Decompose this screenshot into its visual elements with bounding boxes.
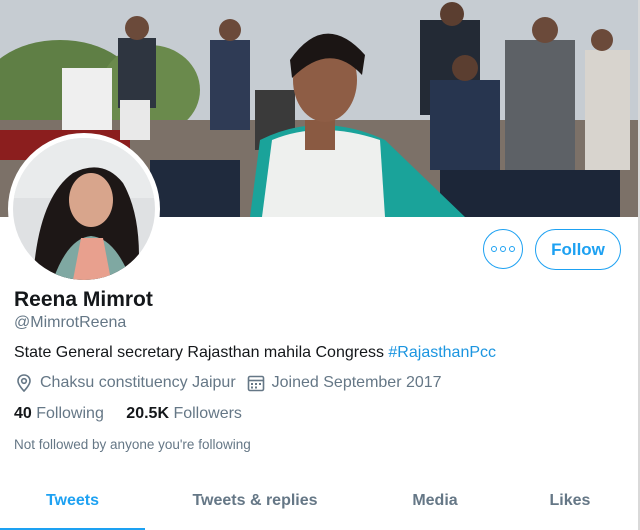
- profile-location: Chaksu constituency Jaipur: [40, 374, 236, 391]
- following-count: 40: [14, 405, 32, 422]
- tab-media[interactable]: Media: [385, 474, 485, 528]
- following-link[interactable]: 40 Following: [14, 405, 104, 422]
- tab-tweets[interactable]: Tweets: [0, 474, 145, 530]
- followed-by-context: Not followed by anyone you're following: [14, 437, 251, 452]
- tab-tweets-and-replies[interactable]: Tweets & replies: [180, 474, 330, 528]
- bio-text: State General secretary Rajasthan mahila…: [14, 344, 389, 361]
- calendar-icon: [246, 373, 266, 393]
- followers-link[interactable]: 20.5K Followers: [126, 405, 242, 422]
- following-label: Following: [36, 405, 104, 422]
- profile-avatar[interactable]: [8, 133, 160, 285]
- followers-label: Followers: [173, 405, 242, 422]
- profile-meta: Chaksu constituency Jaipur Joined Septem…: [14, 373, 442, 393]
- profile-bio: State General secretary Rajasthan mahila…: [14, 344, 496, 362]
- location-pin-icon: [14, 373, 34, 393]
- avatar-photo: [13, 138, 155, 280]
- more-options-button[interactable]: [483, 229, 523, 269]
- profile-joined-date: Joined September 2017: [271, 374, 442, 391]
- profile-counts: 40 Following 20.5K Followers: [14, 405, 260, 423]
- tab-likes[interactable]: Likes: [525, 474, 615, 528]
- profile-tabs: Tweets Tweets & replies Media Likes: [0, 474, 640, 530]
- followers-count: 20.5K: [126, 405, 169, 422]
- bio-hashtag-link[interactable]: #RajasthanPcc: [388, 344, 496, 361]
- more-icon: [491, 246, 515, 252]
- follow-button[interactable]: Follow: [535, 229, 621, 270]
- profile-handle: @MimrotReena: [14, 314, 127, 331]
- profile-name: Reena Mimrot: [14, 288, 153, 311]
